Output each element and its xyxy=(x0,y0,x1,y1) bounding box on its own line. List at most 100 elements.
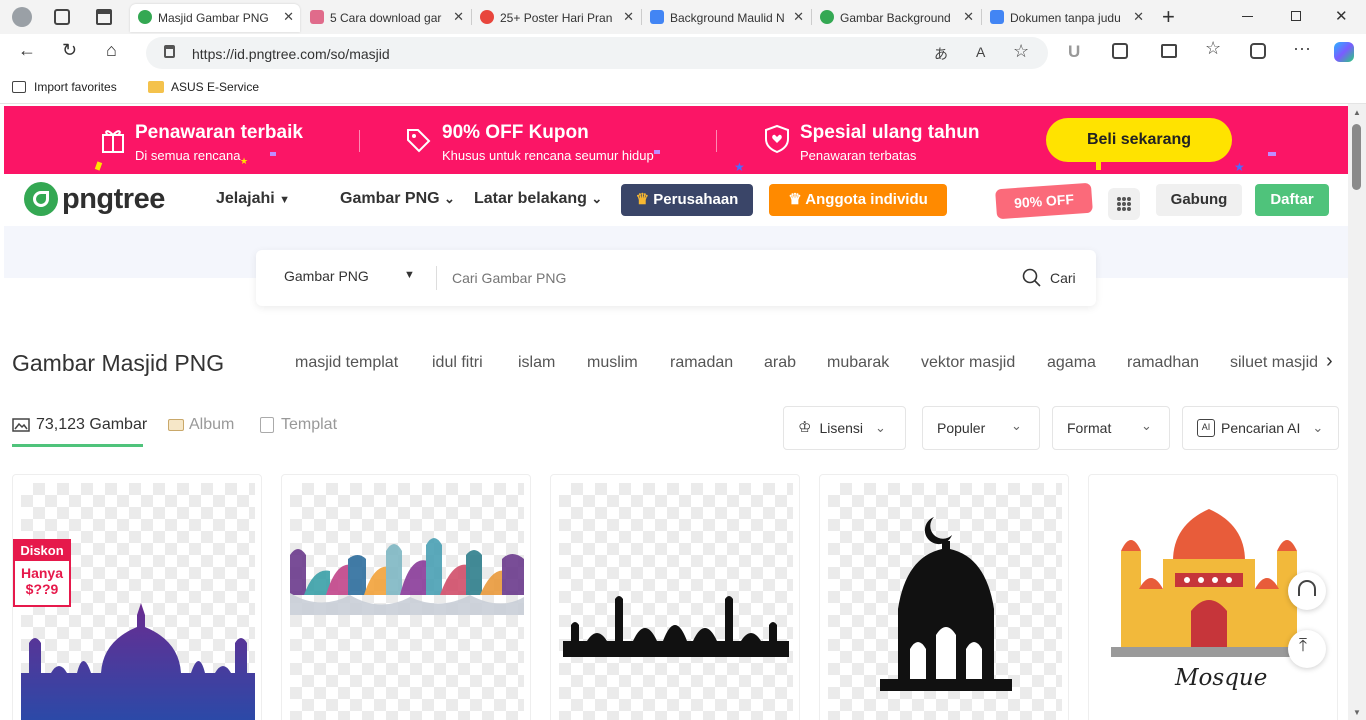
chevron-right-icon[interactable]: › xyxy=(1326,350,1333,373)
copilot-icon[interactable] xyxy=(1334,42,1354,62)
minimize-icon[interactable] xyxy=(1242,16,1253,17)
tab-images-label: 73,123 Gambar xyxy=(36,416,148,433)
image-card[interactable] xyxy=(281,474,531,720)
tab-cara-download[interactable]: 5 Cara download gar ✕ xyxy=(302,4,470,32)
mosque-silhouette-image xyxy=(563,596,789,657)
license-filter[interactable]: ♔ Lisensi ⌄ xyxy=(783,406,906,450)
address-bar[interactable]: https://id.pngtree.com/so/masjid あ A ☆ xyxy=(146,37,1048,69)
search-icon xyxy=(1022,268,1041,287)
search-category-label: Gambar PNG xyxy=(284,268,369,284)
tab-actions-icon[interactable] xyxy=(96,9,112,25)
tag-link[interactable]: muslim xyxy=(587,354,638,372)
home-icon[interactable]: ⌂ xyxy=(106,40,117,61)
nav-explore[interactable]: Jelajahi ▼ xyxy=(216,190,290,208)
pngtree-logo[interactable]: pngtree xyxy=(24,182,165,216)
back-to-top-button[interactable]: ⤒ xyxy=(1288,630,1326,668)
gift-icon xyxy=(102,130,124,153)
badge-line2: $??9 xyxy=(25,581,59,597)
favorites-icon[interactable]: ☆ xyxy=(1205,38,1221,59)
tag-link[interactable]: masjid templat xyxy=(295,354,398,372)
close-icon[interactable]: ✕ xyxy=(623,9,634,25)
confetti-icon xyxy=(1096,162,1101,170)
nav-backgrounds[interactable]: Latar belakang ⌄ xyxy=(474,190,602,208)
new-tab-icon[interactable]: + xyxy=(1162,4,1175,30)
nav-png-label: Gambar PNG xyxy=(340,190,440,207)
tag-link[interactable]: idul fitri xyxy=(432,354,483,372)
workspaces-icon[interactable] xyxy=(54,9,70,25)
tag-link[interactable]: islam xyxy=(518,354,555,372)
enterprise-button[interactable]: ♛ Perusahaan xyxy=(621,184,753,216)
close-icon[interactable]: ✕ xyxy=(963,9,974,25)
tag-link[interactable]: vektor masjid xyxy=(921,354,1015,372)
more-icon[interactable]: ··· xyxy=(1293,38,1311,59)
scroll-down-icon[interactable]: ▼ xyxy=(1353,708,1361,717)
favorite-import[interactable]: Import favorites xyxy=(12,80,117,94)
extension-u-icon[interactable]: U xyxy=(1068,42,1080,62)
favorite-asus[interactable]: ASUS E-Service xyxy=(148,80,259,94)
tag-link[interactable]: ramadhan xyxy=(1127,354,1199,372)
apps-grid-icon[interactable] xyxy=(1108,188,1140,220)
read-aloud-icon[interactable]: A xyxy=(976,44,985,60)
tab-title: Dokumen tanpa judu xyxy=(1010,11,1121,25)
tab-template[interactable]: Templat xyxy=(260,416,337,434)
badge-title: Diskon xyxy=(15,541,69,561)
image-card[interactable]: Diskon Hanya $??9 xyxy=(12,474,262,720)
scroll-up-icon[interactable]: ▲ xyxy=(1353,108,1361,117)
restore-icon[interactable] xyxy=(1291,11,1301,21)
format-filter[interactable]: Format ⌄ xyxy=(1052,406,1170,450)
close-window-icon[interactable]: ✕ xyxy=(1335,7,1348,25)
tag-link[interactable]: agama xyxy=(1047,354,1096,372)
join-button[interactable]: Gabung xyxy=(1156,184,1242,216)
tab-title: Masjid Gambar PNG xyxy=(158,11,269,25)
lock-icon[interactable] xyxy=(164,45,175,58)
tag-link[interactable]: mubarak xyxy=(827,354,889,372)
translate-icon[interactable]: あ xyxy=(934,44,948,64)
tag-link[interactable]: siluet masjid xyxy=(1230,354,1318,372)
image-card[interactable] xyxy=(819,474,1069,720)
pngtree-favicon-icon xyxy=(138,10,152,24)
filter-label: Populer xyxy=(937,420,986,436)
tab-album[interactable]: Album xyxy=(168,416,234,434)
confetti-icon: ★ xyxy=(240,156,249,166)
extensions-icon[interactable] xyxy=(1112,43,1128,59)
ai-search-filter[interactable]: AI Pencarian AI ⌄ xyxy=(1182,406,1339,450)
tag-link[interactable]: ramadan xyxy=(670,354,733,372)
close-icon[interactable]: ✕ xyxy=(283,9,294,25)
tab-poster[interactable]: 25+ Poster Hari Pran ✕ xyxy=(472,4,640,32)
browser-tab-bar: Masjid Gambar PNG ✕ 5 Cara download gar … xyxy=(0,0,1366,34)
star-icon[interactable]: ☆ xyxy=(1013,41,1029,62)
page-scrollbar[interactable]: ▲ ▼ xyxy=(1348,104,1366,720)
scroll-thumb[interactable] xyxy=(1352,124,1361,190)
discount-badge[interactable]: Diskon Hanya $??9 xyxy=(13,539,71,607)
shield-heart-icon xyxy=(765,124,789,154)
popular-filter[interactable]: Populer ⌄ xyxy=(922,406,1040,450)
support-button[interactable] xyxy=(1288,572,1326,610)
individual-member-button[interactable]: ♛ Anggota individu xyxy=(769,184,947,216)
search-input[interactable] xyxy=(452,264,972,292)
docs-favicon-icon xyxy=(650,10,664,24)
tag-link[interactable]: arab xyxy=(764,354,796,372)
tab-masjid[interactable]: Masjid Gambar PNG ✕ xyxy=(130,4,300,32)
profile-icon[interactable] xyxy=(12,7,32,27)
search-button[interactable]: Cari xyxy=(1022,268,1076,288)
tab-dokumen[interactable]: Dokumen tanpa judu ✕ xyxy=(982,4,1150,32)
close-icon[interactable]: ✕ xyxy=(453,9,464,25)
close-icon[interactable]: ✕ xyxy=(793,9,804,25)
split-screen-icon[interactable] xyxy=(1161,44,1177,58)
discount-badge[interactable]: 90% OFF xyxy=(995,182,1093,220)
tab-images[interactable]: 73,123 Gambar xyxy=(12,416,147,434)
tab-gambar-background[interactable]: Gambar Background ✕ xyxy=(812,4,980,32)
caret-down-icon: ▼ xyxy=(404,269,415,281)
close-icon[interactable]: ✕ xyxy=(1133,9,1144,25)
google-favicon-icon xyxy=(480,10,494,24)
tab-background-maulid[interactable]: Background Maulid N ✕ xyxy=(642,4,810,32)
image-card[interactable] xyxy=(550,474,800,720)
register-button[interactable]: Daftar xyxy=(1255,184,1329,216)
collections-icon[interactable] xyxy=(1250,43,1266,59)
search-category-select[interactable]: Gambar PNG ▼ xyxy=(284,268,420,284)
nav-png-images[interactable]: Gambar PNG ⌄ xyxy=(340,190,455,208)
refresh-icon[interactable]: ↻ xyxy=(62,40,77,61)
promo-banner[interactable]: Penawaran terbaik Di semua rencana 90% O… xyxy=(4,106,1348,174)
buy-now-button[interactable]: Beli sekarang xyxy=(1046,118,1232,162)
back-icon[interactable]: ← xyxy=(18,40,36,61)
